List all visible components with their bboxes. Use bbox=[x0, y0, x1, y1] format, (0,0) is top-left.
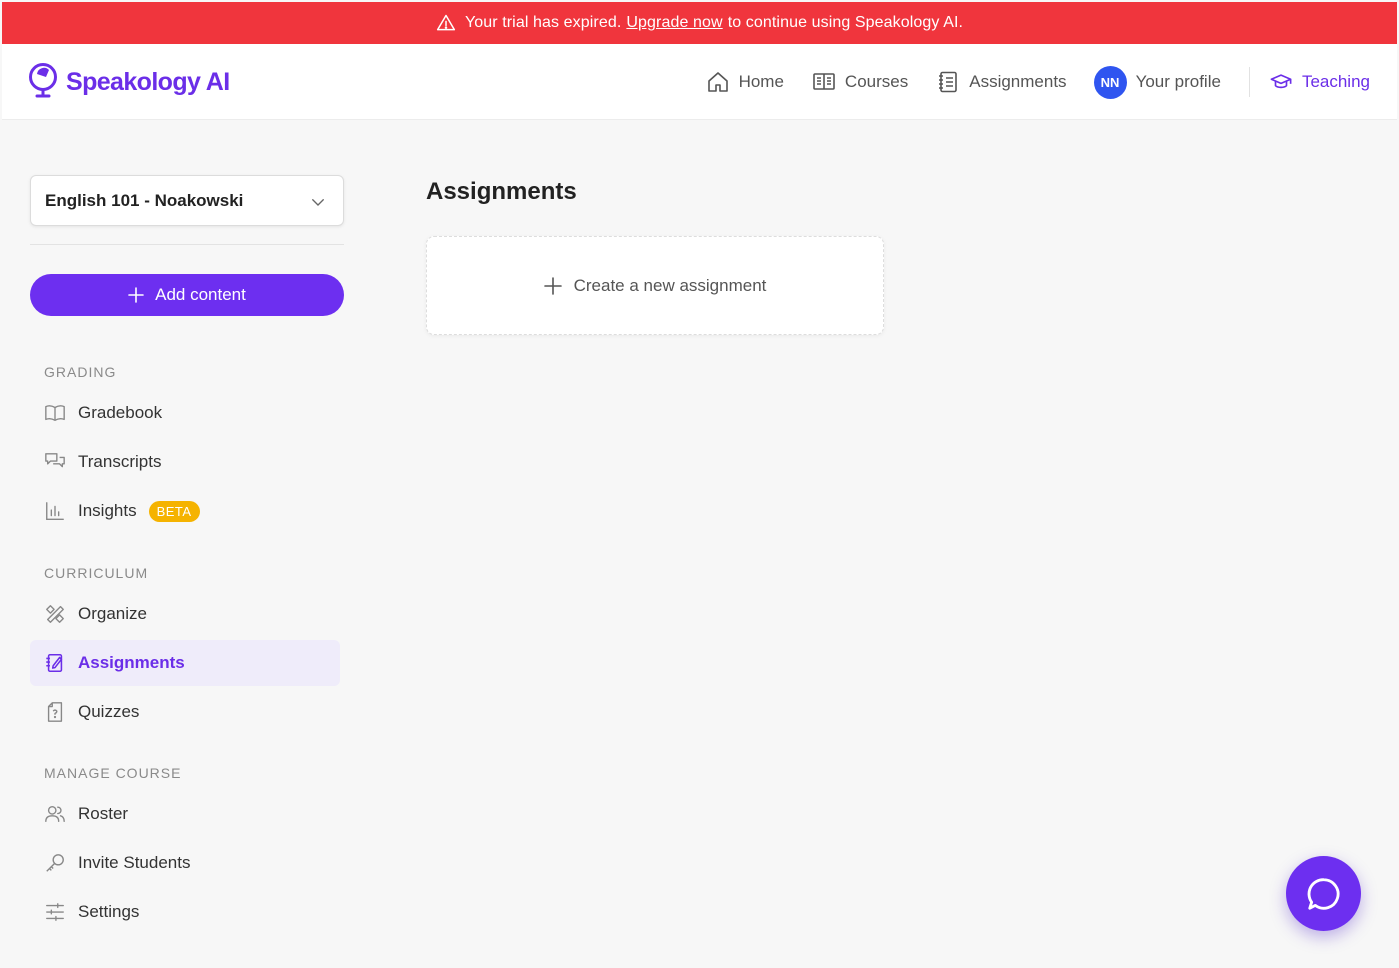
sidebar-item-settings[interactable]: Settings bbox=[30, 889, 340, 935]
add-content-button[interactable]: Add content bbox=[30, 274, 344, 316]
add-content-label: Add content bbox=[155, 285, 246, 304]
quiz-icon bbox=[47, 702, 63, 722]
logo-mark-icon bbox=[29, 63, 57, 98]
edit-list-icon bbox=[46, 653, 63, 673]
plus-icon bbox=[543, 276, 562, 295]
page-title: Assignments bbox=[426, 178, 577, 205]
logo-text: Speakology AI bbox=[66, 67, 230, 96]
create-assignment-card[interactable]: Create a new assignment bbox=[426, 236, 884, 335]
sidebar-item-invite-students[interactable]: Invite Students bbox=[30, 840, 340, 886]
sidebar-item-insights[interactable]: Insights BETA bbox=[30, 488, 340, 534]
nav-teaching[interactable]: Teaching bbox=[1270, 71, 1370, 93]
nav-profile-label: Your profile bbox=[1135, 72, 1221, 91]
sidebar-item-label: Transcripts bbox=[78, 452, 162, 471]
logo[interactable]: Speakology AI bbox=[28, 62, 230, 102]
plus-icon bbox=[128, 287, 144, 303]
upgrade-now-link[interactable]: Upgrade now bbox=[626, 14, 722, 32]
chat-bubble-icon bbox=[1307, 877, 1339, 910]
sidebar-item-roster[interactable]: Roster bbox=[30, 791, 340, 837]
book-open-icon bbox=[45, 405, 65, 422]
nav-separator bbox=[1248, 67, 1250, 97]
book-icon bbox=[813, 73, 835, 90]
main-nav: Home Courses Assignments NN Your profile… bbox=[706, 44, 1397, 120]
nav-assignments[interactable]: Assignments bbox=[936, 70, 1067, 94]
graduation-cap-icon bbox=[1270, 74, 1292, 89]
beta-badge: BETA bbox=[148, 500, 200, 522]
banner-text-after: to continue using Speakology AI. bbox=[727, 14, 964, 31]
nav-home[interactable]: Home bbox=[706, 70, 784, 94]
course-selector-value: English 101 - Noakowski bbox=[45, 190, 244, 210]
sliders-icon bbox=[46, 903, 64, 921]
warning-icon bbox=[436, 13, 456, 33]
section-label-curriculum: CURRICULUM bbox=[44, 565, 149, 581]
sidebar-item-label: Roster bbox=[78, 804, 129, 823]
sidebar-item-label: Quizzes bbox=[78, 702, 140, 721]
course-selector[interactable]: English 101 - Noakowski bbox=[30, 175, 344, 226]
users-icon bbox=[45, 805, 65, 823]
sidebar-item-label: Invite Students bbox=[78, 853, 191, 872]
sidebar-item-quizzes[interactable]: Quizzes bbox=[30, 689, 340, 735]
nav-home-label: Home bbox=[738, 72, 784, 91]
section-label-grading: GRADING bbox=[44, 364, 117, 380]
sidebar-item-organize[interactable]: Organize bbox=[30, 591, 340, 637]
create-assignment-label: Create a new assignment bbox=[573, 275, 767, 295]
app-frame: Your trial has expired. Upgrade now to c… bbox=[2, 2, 1397, 966]
tools-icon bbox=[46, 605, 64, 623]
notebook-icon bbox=[939, 71, 958, 93]
sidebar-divider bbox=[30, 244, 344, 245]
banner-text-before: Your trial has expired. bbox=[464, 14, 622, 31]
trial-expired-banner: Your trial has expired. Upgrade now to c… bbox=[2, 2, 1397, 44]
sidebar-item-label: Settings bbox=[78, 902, 140, 921]
nav-courses[interactable]: Courses bbox=[812, 70, 908, 94]
nav-assignments-label: Assignments bbox=[969, 72, 1067, 91]
sidebar-item-transcripts[interactable]: Transcripts bbox=[30, 439, 340, 485]
nav-teaching-label: Teaching bbox=[1301, 72, 1370, 91]
sidebar-item-label: Gradebook bbox=[78, 403, 163, 422]
key-icon bbox=[46, 854, 64, 872]
chevron-down-icon bbox=[312, 199, 324, 206]
sidebar-item-gradebook[interactable]: Gradebook bbox=[30, 390, 340, 436]
chat-bubbles-icon bbox=[45, 453, 65, 468]
section-label-manage-course: MANAGE COURSE bbox=[44, 765, 182, 781]
nav-profile[interactable]: NN Your profile bbox=[1093, 65, 1221, 99]
home-icon bbox=[707, 72, 728, 92]
top-header: Speakology AI Home Courses Assignments N… bbox=[2, 44, 1397, 120]
bar-chart-icon bbox=[46, 502, 64, 520]
sidebar-item-assignments[interactable]: Assignments bbox=[30, 640, 340, 686]
sidebar-item-label: Insights bbox=[78, 501, 137, 520]
sidebar-item-label: Assignments bbox=[78, 653, 185, 672]
chat-button[interactable] bbox=[1286, 856, 1361, 931]
sidebar-item-label: Organize bbox=[78, 604, 147, 623]
avatar: NN bbox=[1093, 65, 1127, 99]
nav-courses-label: Courses bbox=[844, 72, 909, 91]
